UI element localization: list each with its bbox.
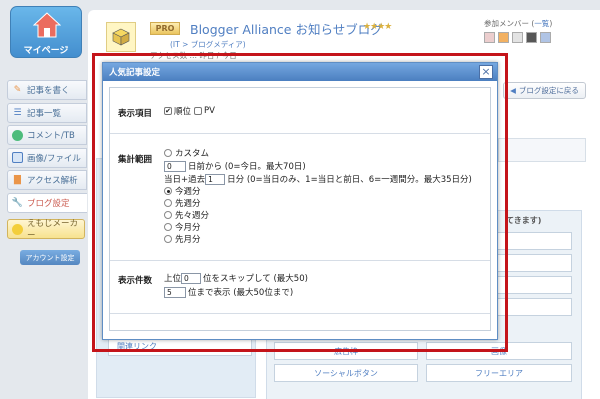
range-days-before-line: 0 日前から (0=今日。最大70日) [164,160,472,172]
display-item-row: 表示項目 ✔ 順位 PV [110,88,490,134]
skip-prefix: 上位 [164,274,182,284]
show-count-input[interactable]: 5 [164,286,186,298]
dialog-body: 表示項目 ✔ 順位 PV 集計範囲 カスタム 0 日前から (0=今日。最大70… [109,87,491,331]
rank-checkbox[interactable]: ✔ [164,107,172,115]
range-option: 今月分 [164,221,472,233]
last-week-label: 先週分 [175,199,201,209]
range-row: 集計範囲 カスタム 0 日前から (0=今日。最大70日) 当日+過去 1 日分… [110,135,490,261]
last-month-radio[interactable] [164,235,172,243]
dialog-title: 人気記事設定 [103,63,497,81]
range-days-line: 当日+過去 1 日分 (0=当日のみ、1=当日と前日、6=一週間分。最大35日分… [164,173,472,185]
show-text: 位まで表示 (最大50位まで) [188,288,294,298]
skip-input[interactable]: 0 [181,272,202,284]
this-week-label: 今週分 [175,187,201,197]
pv-checkbox-label: PV [204,106,215,116]
two-weeks-ago-radio[interactable] [164,211,172,219]
show-line: 5 位まで表示 (最大50位まで) [164,286,308,298]
this-week-radio[interactable] [164,187,172,195]
count-row: 表示件数 上位 0 位をスキップして (最大50) 5 位まで表示 (最大50位… [110,262,490,314]
display-item-options: ✔ 順位 PV [164,105,215,117]
last-month-label: 先月分 [175,235,201,245]
range-option: 先々週分 [164,209,472,221]
range-custom-line: カスタム [164,147,472,159]
display-item-line: ✔ 順位 PV [164,105,215,117]
last-week-radio[interactable] [164,199,172,207]
skip-line: 上位 0 位をスキップして (最大50) [164,272,308,284]
range-custom-label: カスタム [175,149,210,159]
this-month-radio[interactable] [164,223,172,231]
pv-checkbox[interactable] [194,107,203,115]
days-before-text: 日前から (0=今日。最大70日) [188,162,306,172]
skip-text: 位をスキップして (最大50) [203,274,308,284]
count-options: 上位 0 位をスキップして (最大50) 5 位まで表示 (最大50位まで) [164,272,308,298]
range-options: カスタム 0 日前から (0=今日。最大70日) 当日+過去 1 日分 (0=当… [164,147,472,245]
display-item-label: 表示項目 [118,109,153,119]
days-text: 日分 (0=当日のみ、1=当日と前日、6=一週間分。最大35日分) [227,175,472,185]
range-label: 集計範囲 [118,155,153,165]
two-weeks-ago-label: 先々週分 [175,211,210,221]
popular-articles-settings-dialog: 人気記事設定 × 表示項目 ✔ 順位 PV 集計範囲 カスタム 0 日前から (… [102,62,498,340]
count-label: 表示件数 [118,276,153,286]
range-custom-radio[interactable] [164,149,172,157]
days-prefix: 当日+過去 [164,175,206,185]
this-month-label: 今月分 [175,223,201,233]
range-option: 今週分 [164,185,472,197]
days-before-input[interactable]: 0 [164,160,186,172]
range-option: 先月分 [164,233,472,245]
rank-checkbox-label: 順位 [174,107,192,117]
range-option: 先週分 [164,197,472,209]
days-input[interactable]: 1 [205,173,226,185]
close-icon[interactable]: × [479,65,493,79]
